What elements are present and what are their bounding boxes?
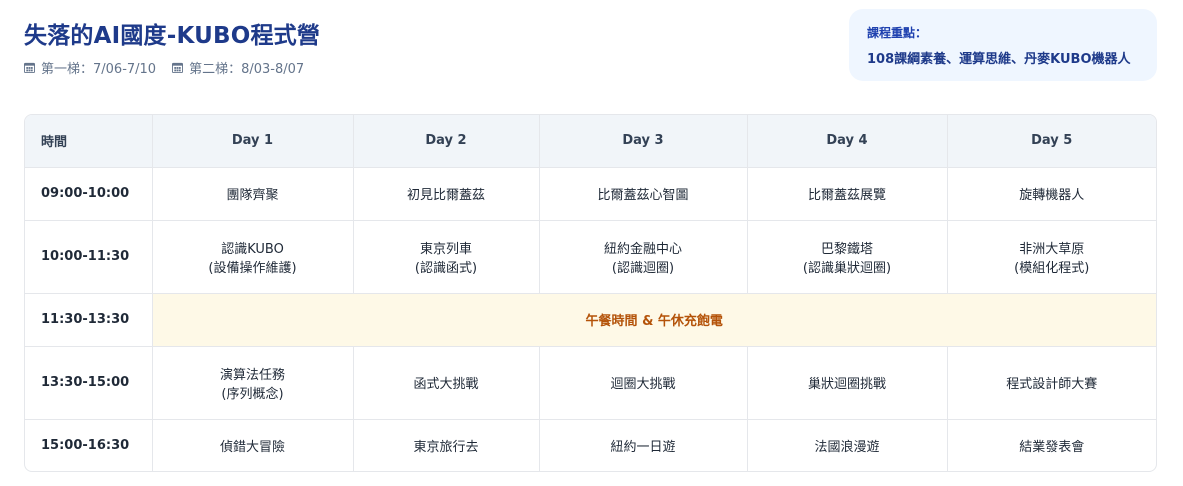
table-row: 10:00-11:30 認識KUBO (設備操作維護) 東京列車 (認識函式) … — [25, 220, 1156, 294]
time-slot: 09:00-10:00 — [25, 167, 153, 221]
table-row: 09:00-10:00 團隊齊聚 初見比爾蓋茲 比爾蓋茲心智圖 比爾蓋茲展覽 旋… — [25, 167, 1156, 221]
column-header-day-3: Day 3 — [539, 115, 748, 168]
activity-title: 旋轉機器人 — [1019, 188, 1085, 203]
activity-subtitle: (認識函式) — [414, 260, 478, 276]
column-header-day-4: Day 4 — [747, 115, 948, 168]
activity-title: 紐約金融中心 — [603, 241, 682, 257]
activity-title: 比爾蓋茲展覽 — [807, 188, 886, 203]
time-slot: 10:00-11:30 — [25, 220, 153, 294]
lunch-break-cell: 午餐時間 & 午休充飽電 — [152, 293, 1156, 347]
activity-cell: 比爾蓋茲展覽 — [747, 167, 948, 221]
calendar-icon — [172, 62, 184, 73]
column-header-day-2: Day 2 — [353, 115, 540, 168]
activity-title: 偵錯大冒險 — [219, 440, 285, 456]
activity-subtitle: (設備操作維護) — [208, 260, 297, 276]
session-2-date: 第二梯：8/03-8/07 — [172, 58, 304, 77]
activity-cell: 迴圈大挑戰 — [539, 346, 748, 420]
time-slot: 13:30-15:00 — [25, 346, 153, 420]
activity-cell: 紐約一日遊 — [539, 419, 748, 471]
activity-title: 認識KUBO — [221, 241, 284, 257]
activity-cell: 程式設計師大賽 — [947, 346, 1156, 420]
activity-title: 非洲大草原 — [1019, 241, 1085, 257]
activity-title: 演算法任務 — [219, 367, 285, 383]
activity-title: 結業發表會 — [1019, 440, 1085, 456]
activity-cell: 函式大挑戰 — [353, 346, 540, 420]
table-header-row: 時間 Day 1 Day 2 Day 3 Day 4 Day 5 — [25, 115, 1156, 168]
session-dates: 第一梯：7/06-7/10 第二梯：8/03-8/07 — [24, 58, 304, 77]
activity-title: 初見比爾蓋茲 — [406, 188, 485, 203]
session-2-label: 第二梯：8/03-8/07 — [189, 62, 305, 77]
page-title: 失落的AI國度-KUBO程式營 — [24, 23, 321, 49]
activity-cell: 巴黎鐵塔 (認識巢狀迴圈) — [747, 220, 948, 294]
column-header-time: 時間 — [25, 115, 153, 168]
activity-cell: 團隊齊聚 — [152, 167, 354, 221]
activity-title: 巴黎鐵塔 — [820, 241, 873, 257]
time-slot: 11:30-13:30 — [25, 293, 153, 347]
activity-title: 迴圈大挑戰 — [610, 377, 676, 392]
activity-subtitle: (認識迴圈) — [611, 260, 675, 276]
schedule-table: 時間 Day 1 Day 2 Day 3 Day 4 Day 5 09:00-1… — [25, 115, 1156, 471]
activity-title: 東京旅行去 — [413, 440, 479, 456]
activity-cell: 初見比爾蓋茲 — [353, 167, 540, 221]
time-slot: 15:00-16:30 — [25, 419, 153, 471]
activity-cell: 巢狀迴圈挑戰 — [747, 346, 948, 420]
activity-title: 程式設計師大賽 — [1006, 377, 1098, 392]
activity-cell: 紐約金融中心 (認識迴圈) — [539, 220, 748, 294]
activity-cell: 認識KUBO (設備操作維護) — [152, 220, 354, 294]
course-focus-box: 課程重點： 108課綱素養、運算思維、丹麥KUBO機器人 — [849, 9, 1157, 81]
activity-subtitle: (模組化程式) — [1014, 260, 1090, 276]
activity-title: 巢狀迴圈挑戰 — [807, 377, 886, 392]
activity-cell: 比爾蓋茲心智圖 — [539, 167, 748, 221]
activity-cell: 東京旅行去 — [353, 419, 540, 471]
activity-cell: 東京列車 (認識函式) — [353, 220, 540, 294]
activity-cell: 結業發表會 — [947, 419, 1156, 471]
column-header-day-1: Day 1 — [152, 115, 354, 168]
activity-cell: 演算法任務 (序列概念) — [152, 346, 354, 420]
activity-subtitle: (認識巢狀迴圈) — [802, 260, 892, 276]
activity-title: 函式大挑戰 — [413, 377, 479, 392]
course-focus-label: 課程重點： — [867, 26, 928, 40]
camp-schedule-page: 失落的AI國度-KUBO程式營 第一梯：7/06-7/10 第二梯：8/03-8… — [0, 0, 1183, 486]
activity-cell: 偵錯大冒險 — [152, 419, 354, 471]
session-1-label: 第一梯：7/06-7/10 — [41, 62, 157, 77]
table-row: 13:30-15:00 演算法任務 (序列概念) 函式大挑戰 迴圈大挑戰 巢狀迴… — [25, 346, 1156, 420]
activity-cell: 法國浪漫遊 — [747, 419, 948, 471]
column-header-day-5: Day 5 — [947, 115, 1156, 168]
activity-subtitle: (序列概念) — [221, 386, 284, 402]
activity-cell: 旋轉機器人 — [947, 167, 1156, 221]
activity-title: 法國浪漫遊 — [814, 440, 880, 456]
activity-title: 紐約一日遊 — [610, 440, 676, 456]
activity-cell: 非洲大草原 (模組化程式) — [947, 220, 1156, 294]
schedule-table-container: 時間 Day 1 Day 2 Day 3 Day 4 Day 5 09:00-1… — [24, 114, 1157, 472]
calendar-icon — [24, 62, 35, 73]
course-focus-text: 108課綱素養、運算思維、丹麥KUBO機器人 — [867, 52, 1131, 67]
activity-title: 比爾蓋茲心智圖 — [597, 188, 689, 203]
activity-title: 東京列車 — [419, 241, 472, 257]
table-row-lunch: 11:30-13:30 午餐時間 & 午休充飽電 — [25, 293, 1156, 347]
table-row: 15:00-16:30 偵錯大冒險 東京旅行去 紐約一日遊 法國浪漫遊 結業發表… — [25, 419, 1156, 471]
session-1-date: 第一梯：7/06-7/10 — [24, 58, 156, 77]
activity-title: 團隊齊聚 — [226, 188, 279, 203]
